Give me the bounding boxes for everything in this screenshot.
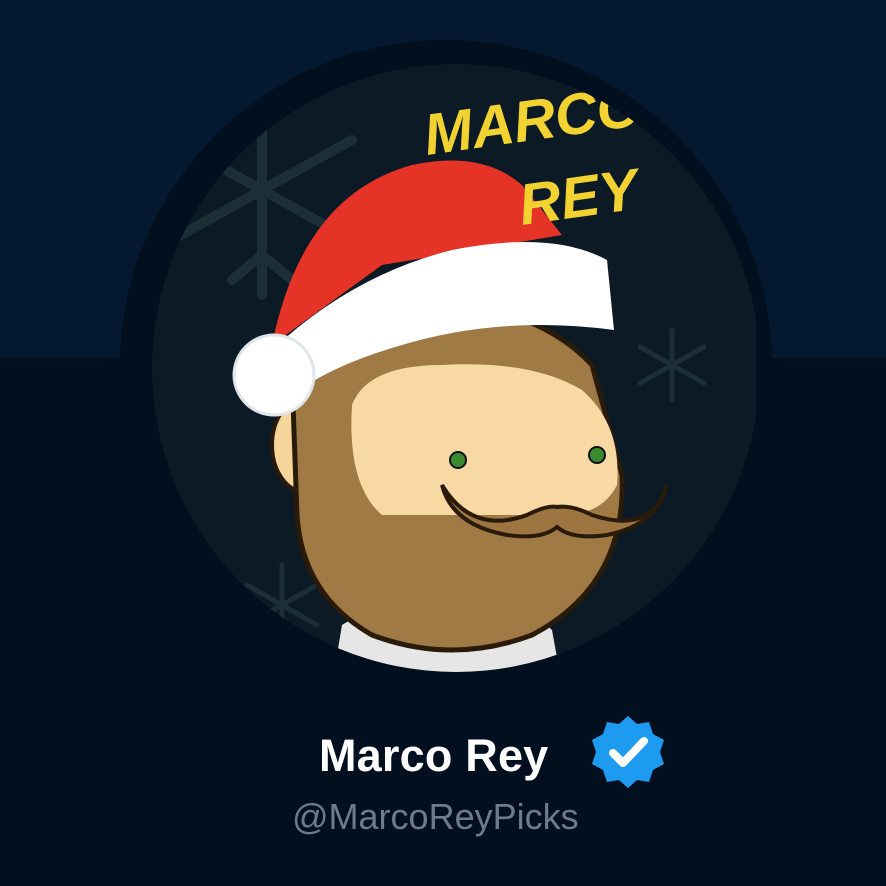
profile-handle: @MarcoReyPicks bbox=[292, 796, 579, 837]
avatar-illustration: MARCO REY bbox=[152, 64, 756, 672]
display-name: Marco Rey bbox=[319, 730, 549, 781]
name-row: Marco Rey bbox=[0, 712, 886, 792]
verified-badge-icon[interactable] bbox=[588, 712, 668, 792]
avatar[interactable]: MARCO REY bbox=[152, 45, 756, 685]
